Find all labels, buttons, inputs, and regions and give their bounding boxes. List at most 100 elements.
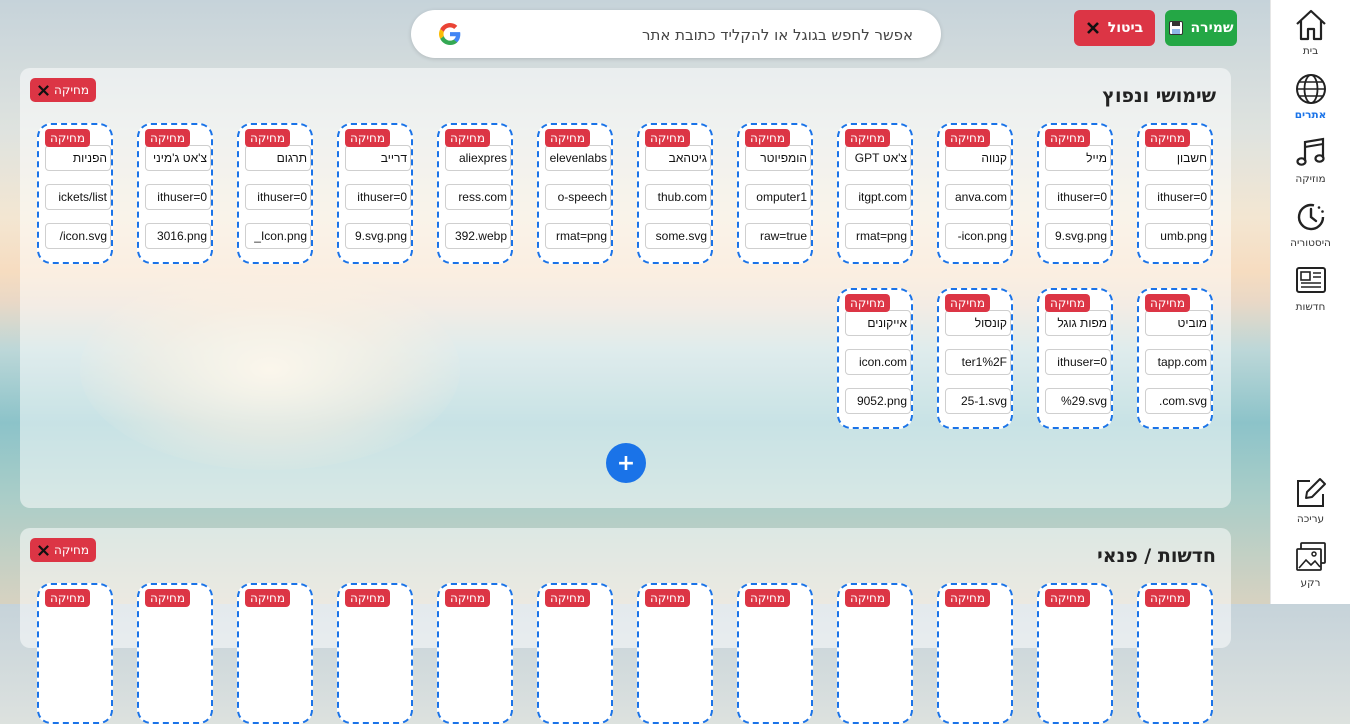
site-name-field[interactable]: aliexpres — [445, 145, 511, 171]
site-name-field[interactable]: תרגום — [245, 145, 311, 171]
delete-site-button[interactable]: מחיקה — [45, 129, 91, 147]
site-card[interactable]: מחיקה aliexpres ress.com 392.webp — [437, 123, 513, 264]
site-icon-url-field[interactable]: %29.svg — [1045, 388, 1111, 414]
delete-site-button[interactable]: מחיקה — [1145, 294, 1191, 312]
site-url-field[interactable]: tapp.com — [1145, 349, 1211, 375]
site-card[interactable]: מחיקה — [437, 583, 513, 724]
site-card[interactable]: מחיקה — [837, 583, 913, 724]
sidebar-item-home[interactable]: בית — [1271, 8, 1350, 57]
site-url-field[interactable]: thub.com — [645, 184, 711, 210]
delete-site-button[interactable]: מחיקה — [1045, 589, 1091, 607]
site-card[interactable]: מחיקה — [237, 583, 313, 724]
site-icon-url-field[interactable]: _Icon.png — [245, 223, 311, 249]
delete-site-button[interactable]: מחיקה — [945, 589, 991, 607]
delete-site-button[interactable]: מחיקה — [645, 129, 691, 147]
delete-site-button[interactable]: מחיקה — [645, 589, 691, 607]
delete-site-button[interactable]: מחיקה — [145, 589, 191, 607]
site-card[interactable]: מחיקה אייקונים icon.com 9052.png — [837, 288, 913, 429]
delete-site-button[interactable]: מחיקה — [1145, 589, 1191, 607]
site-url-field[interactable]: ress.com — [445, 184, 511, 210]
site-card[interactable]: מחיקה הפניות ickets/list/icon.svg — [37, 123, 113, 264]
sidebar-item-music[interactable]: מוזיקה — [1271, 136, 1350, 185]
site-card[interactable]: מחיקה — [1037, 583, 1113, 724]
site-icon-url-field[interactable]: 9.svg.png — [345, 223, 411, 249]
site-url-field[interactable]: omputer1 — [745, 184, 811, 210]
site-card[interactable]: מחיקה — [937, 583, 1013, 724]
site-card[interactable]: מחיקה — [337, 583, 413, 724]
site-card[interactable]: מחיקה — [37, 583, 113, 724]
sidebar-item-edit[interactable]: עריכה — [1271, 476, 1350, 525]
site-name-field[interactable]: אייקונים — [845, 310, 911, 336]
site-icon-url-field[interactable]: rmat=png — [545, 223, 611, 249]
delete-site-button[interactable]: מחיקה — [845, 589, 891, 607]
site-icon-url-field[interactable]: rmat=png — [845, 223, 911, 249]
site-url-field[interactable]: ithuser=0 — [1045, 184, 1111, 210]
site-icon-url-field[interactable]: 25-1.svg — [945, 388, 1011, 414]
delete-site-button[interactable]: מחיקה — [845, 129, 891, 147]
delete-site-button[interactable]: מחיקה — [1145, 129, 1191, 147]
delete-site-button[interactable]: מחיקה — [45, 589, 91, 607]
site-icon-url-field[interactable]: -icon.png — [945, 223, 1011, 249]
site-card[interactable]: מחיקה — [537, 583, 613, 724]
site-name-field[interactable]: מייל — [1045, 145, 1111, 171]
site-icon-url-field[interactable]: .com.svg — [1145, 388, 1211, 414]
sidebar-item-background[interactable]: רקע — [1271, 540, 1350, 589]
delete-site-button[interactable]: מחיקה — [945, 129, 991, 147]
site-card[interactable]: מחיקה חשבון ithuser=0 umb.png — [1137, 123, 1213, 264]
add-site-button[interactable]: + — [606, 443, 646, 483]
site-icon-url-field[interactable]: 9052.png — [845, 388, 911, 414]
site-name-field[interactable]: elevenlabs — [545, 145, 611, 171]
delete-site-button[interactable]: מחיקה — [745, 129, 791, 147]
site-name-field[interactable]: דרייב — [345, 145, 411, 171]
site-url-field[interactable]: ithuser=0 — [345, 184, 411, 210]
site-name-field[interactable]: קנווה — [945, 145, 1011, 171]
site-name-field[interactable]: מפות גוגל — [1045, 310, 1111, 336]
site-icon-url-field[interactable]: 3016.png — [145, 223, 211, 249]
site-url-field[interactable]: ithuser=0 — [1045, 349, 1111, 375]
site-card[interactable]: מחיקה צ'אט ג'מיני ithuser=0 3016.png — [137, 123, 213, 264]
site-card[interactable]: מחיקה — [1137, 583, 1213, 724]
delete-category-button[interactable]: מחיקה — [30, 78, 96, 102]
delete-site-button[interactable]: מחיקה — [545, 589, 591, 607]
site-card[interactable]: מחיקה מפות גוגל ithuser=0 %29.svg — [1037, 288, 1113, 429]
delete-site-button[interactable]: מחיקה — [445, 589, 491, 607]
site-icon-url-field[interactable]: some.svg — [645, 223, 711, 249]
site-icon-url-field[interactable]: 9.svg.png — [1045, 223, 1111, 249]
save-button[interactable]: שמירה — [1165, 10, 1237, 46]
delete-site-button[interactable]: מחיקה — [345, 129, 391, 147]
site-name-field[interactable]: צ'אט ג'מיני — [145, 145, 211, 171]
site-name-field[interactable]: חשבון — [1145, 145, 1211, 171]
site-url-field[interactable]: ithuser=0 — [1145, 184, 1211, 210]
sidebar-item-sites[interactable]: אתרים — [1271, 72, 1350, 121]
site-card[interactable]: מחיקה גיטהאב thub.com some.svg — [637, 123, 713, 264]
site-url-field[interactable]: itgpt.com — [845, 184, 911, 210]
site-name-field[interactable]: הפניות — [45, 145, 111, 171]
delete-site-button[interactable]: מחיקה — [545, 129, 591, 147]
delete-site-button[interactable]: מחיקה — [345, 589, 391, 607]
site-card[interactable]: מחיקה קנווה anva.com -icon.png — [937, 123, 1013, 264]
delete-site-button[interactable]: מחיקה — [445, 129, 491, 147]
sidebar-item-history[interactable]: היסטוריה — [1271, 200, 1350, 249]
site-card[interactable]: מחיקה קונסול ter1%2F 25-1.svg — [937, 288, 1013, 429]
site-name-field[interactable]: מוביט — [1145, 310, 1211, 336]
site-card[interactable]: מחיקה תרגום ithuser=0 _Icon.png — [237, 123, 313, 264]
delete-site-button[interactable]: מחיקה — [145, 129, 191, 147]
site-name-field[interactable]: גיטהאב — [645, 145, 711, 171]
site-card[interactable]: מחיקה צ'אט GPT itgpt.com rmat=png — [837, 123, 913, 264]
delete-site-button[interactable]: מחיקה — [1045, 129, 1091, 147]
site-name-field[interactable]: קונסול — [945, 310, 1011, 336]
search-input[interactable] — [466, 10, 915, 60]
site-icon-url-field[interactable]: raw=true — [745, 223, 811, 249]
site-url-field[interactable]: o-speech — [545, 184, 611, 210]
delete-site-button[interactable]: מחיקה — [245, 589, 291, 607]
cancel-button[interactable]: ביטול — [1074, 10, 1155, 46]
site-icon-url-field[interactable]: 392.webp — [445, 223, 511, 249]
site-card[interactable]: מחיקה — [137, 583, 213, 724]
site-card[interactable]: מחיקה דרייב ithuser=0 9.svg.png — [337, 123, 413, 264]
site-name-field[interactable]: צ'אט GPT — [845, 145, 911, 171]
site-url-field[interactable]: anva.com — [945, 184, 1011, 210]
site-url-field[interactable]: icon.com — [845, 349, 911, 375]
delete-site-button[interactable]: מחיקה — [745, 589, 791, 607]
sidebar-item-news[interactable]: חדשות — [1271, 264, 1350, 313]
site-icon-url-field[interactable]: /icon.svg — [45, 223, 111, 249]
